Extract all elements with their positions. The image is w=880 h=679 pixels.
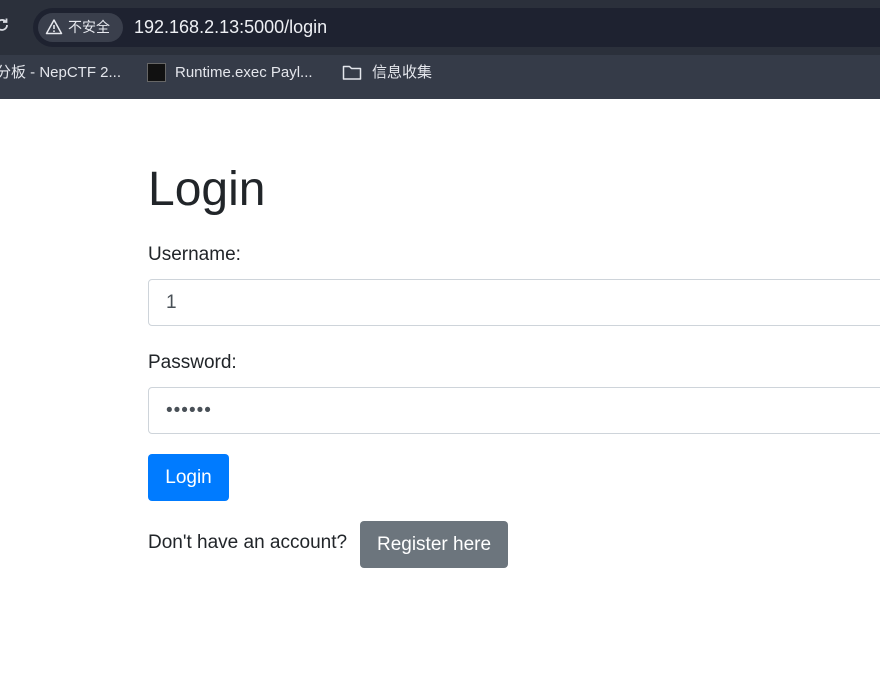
bookmark-item[interactable]: 分板 - NepCTF 2... <box>0 63 121 83</box>
browser-chrome: 不安全 192.168.2.13:5000/login 分板 - NepCTF … <box>0 0 880 99</box>
login-page: Login Username: Password: •••••• Login D… <box>0 99 880 679</box>
bookmark-folder[interactable]: 信息收集 <box>372 63 432 83</box>
login-button[interactable]: Login <box>148 454 229 501</box>
password-input[interactable]: •••••• <box>148 387 880 434</box>
security-label: 不安全 <box>68 20 110 36</box>
warning-icon <box>45 19 63 35</box>
reload-icon[interactable] <box>0 17 10 33</box>
bookmark-item[interactable]: Runtime.exec Payl... <box>175 63 313 83</box>
url-text[interactable]: 192.168.2.13:5000/login <box>134 16 327 38</box>
register-prompt: Don't have an account? <box>148 532 348 553</box>
username-label: Username: <box>148 244 241 265</box>
username-input[interactable] <box>148 279 880 326</box>
page-title: Login <box>148 163 266 216</box>
register-button[interactable]: Register here <box>360 521 508 568</box>
password-label: Password: <box>148 352 237 373</box>
folder-icon <box>342 65 362 80</box>
bookmark-favicon-icon <box>147 63 166 82</box>
browser-toolbar: 不安全 192.168.2.13:5000/login <box>0 0 880 55</box>
